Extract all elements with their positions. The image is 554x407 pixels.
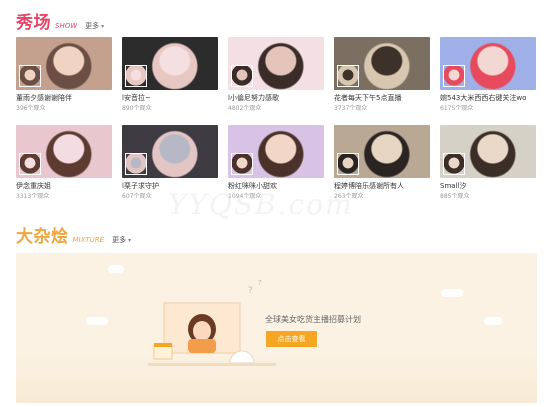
banner-view-button[interactable]: 点击查看 xyxy=(266,331,317,347)
show-section-title: 秀场 xyxy=(16,13,51,33)
stream-thumbnail[interactable] xyxy=(334,37,430,90)
viewer-count: 890个观众 xyxy=(122,105,152,112)
cloud-icon xyxy=(108,265,124,273)
streamer-avatar xyxy=(19,65,41,87)
mix-more-label: 更多 xyxy=(112,236,127,244)
streamer-avatar xyxy=(337,153,359,175)
chevron-down-icon: ▾ xyxy=(128,236,132,244)
cloud-icon xyxy=(86,317,108,325)
viewer-count: 6175个观众 xyxy=(440,105,474,112)
streamer-illustration: ? ? xyxy=(148,279,276,366)
stream-card[interactable]: 伊念重庆姐 3313个观众 xyxy=(16,125,112,203)
streamer-avatar xyxy=(337,65,359,87)
stream-title[interactable]: 花者每天下午5点直播 xyxy=(334,94,430,103)
show-section-header: 秀场 SHOW 更多 ▾ xyxy=(16,8,104,33)
streamer-avatar xyxy=(443,153,465,175)
streamer-avatar xyxy=(231,65,253,87)
viewer-count: 396个观众 xyxy=(16,105,46,112)
viewer-count: 3737个观众 xyxy=(334,105,368,112)
show-more-label: 更多 xyxy=(85,22,100,30)
stream-thumbnail[interactable] xyxy=(228,37,324,90)
stream-thumbnail[interactable] xyxy=(440,125,536,178)
mix-section-header: 大杂烩 MIXTURE 更多 ▾ xyxy=(16,222,131,247)
banner-text: 全球美女吃货主播招募计划 xyxy=(265,315,361,324)
stream-thumbnail[interactable] xyxy=(122,37,218,90)
stream-card[interactable]: l小倫尼努力感歌 4802个观众 xyxy=(228,37,324,115)
stream-card[interactable]: Small汐 885个观众 xyxy=(440,125,536,203)
stream-title[interactable]: 董雨夕感谢谢陪伴 xyxy=(16,94,112,103)
stream-thumbnail[interactable] xyxy=(334,125,430,178)
stream-card[interactable]: 婉543大米西西右键关注wo 6175个观众 xyxy=(440,37,536,115)
stream-card[interactable]: l安音拉~ 890个观众 xyxy=(122,37,218,115)
watermark: YYQSB.com xyxy=(168,188,354,221)
svg-text:?: ? xyxy=(258,279,262,287)
streamer-avatar xyxy=(231,153,253,175)
show-card-grid: 董雨夕感谢谢陪伴 396个观众 l安音拉~ 890个观众 l小倫尼努力感歌 4802个观众… xyxy=(16,37,537,203)
streamer-avatar xyxy=(19,153,41,175)
streamer-avatar xyxy=(125,153,147,175)
stream-title[interactable]: 伊念重庆姐 xyxy=(16,182,112,191)
svg-text:?: ? xyxy=(248,286,253,296)
stream-title[interactable]: l安音拉~ xyxy=(122,94,218,103)
viewer-count: 885个观众 xyxy=(440,193,470,200)
viewer-count: 4802个观众 xyxy=(228,105,262,112)
show-section-subtitle: SHOW xyxy=(55,22,78,30)
cloud-icon xyxy=(484,317,502,325)
cloud-icon xyxy=(441,289,463,297)
stream-card[interactable]: 董雨夕感谢谢陪伴 396个观众 xyxy=(16,37,112,115)
stream-title[interactable]: l小倫尼努力感歌 xyxy=(228,94,324,103)
stream-thumbnail[interactable] xyxy=(16,125,112,178)
stream-title[interactable]: Small汐 xyxy=(440,182,536,191)
mix-section-subtitle: MIXTURE xyxy=(72,236,105,244)
streamer-avatar xyxy=(125,65,147,87)
mix-section-title: 大杂烩 xyxy=(16,227,69,247)
stream-thumbnail[interactable] xyxy=(440,37,536,90)
viewer-count: 3313个观众 xyxy=(16,193,50,200)
mix-banner[interactable]: ? ? 全球美女吃货主播招募计划 点击查看 xyxy=(16,253,537,403)
show-more-link[interactable]: 更多 ▾ xyxy=(85,21,104,31)
stream-thumbnail[interactable] xyxy=(122,125,218,178)
chevron-down-icon: ▾ xyxy=(101,22,105,30)
stream-card[interactable]: 花者每天下午5点直播 3737个观众 xyxy=(334,37,430,115)
mix-more-link[interactable]: 更多 ▾ xyxy=(112,235,131,245)
stream-thumbnail[interactable] xyxy=(228,125,324,178)
stream-title[interactable]: 婉543大米西西右键关注wo xyxy=(440,94,536,103)
streamer-avatar xyxy=(443,65,465,87)
stream-thumbnail[interactable] xyxy=(16,37,112,90)
